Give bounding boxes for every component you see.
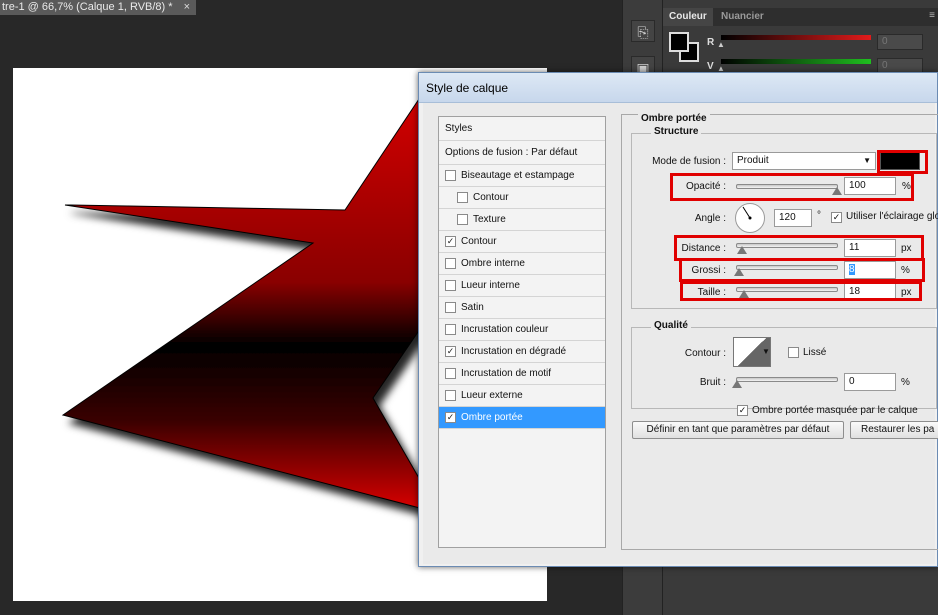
layer-style-dialog: Style de calque Styles Options de fusion… (418, 72, 938, 567)
channel-value-r[interactable]: 0 (877, 34, 923, 50)
style-item-label: Incrustation en dégradé (461, 346, 567, 357)
style-item[interactable]: Incrustation couleur (439, 319, 605, 341)
reset-default-button[interactable]: Restaurer les pa (850, 421, 938, 439)
style-item-label: Contour (461, 236, 497, 247)
style-item-label: Lueur externe (461, 390, 523, 401)
antialias-label: Lissé (803, 347, 827, 358)
channel-label-v: V (707, 61, 714, 72)
style-checkbox[interactable] (445, 280, 456, 291)
section-title: Ombre portée (638, 113, 710, 124)
styles-header[interactable]: Styles (439, 117, 605, 141)
dialog-titlebar[interactable]: Style de calque (419, 73, 937, 103)
styles-list: Styles Options de fusion : Par défaut Bi… (438, 116, 606, 548)
style-item[interactable]: Incrustation de motif (439, 363, 605, 385)
noise-input[interactable]: 0 (844, 373, 896, 391)
noise-unit: % (901, 377, 910, 388)
style-item[interactable]: Satin (439, 297, 605, 319)
highlight-box (679, 258, 925, 282)
style-item-label: Incrustation de motif (461, 368, 552, 379)
contour-label: Contour : (684, 348, 726, 359)
quality-title: Qualité (651, 320, 691, 331)
style-item-label: Lueur interne (461, 280, 520, 291)
angle-unit: ° (817, 210, 821, 221)
close-icon[interactable]: × (184, 0, 190, 15)
style-item-label: Incrustation couleur (461, 324, 549, 335)
style-checkbox[interactable] (457, 192, 468, 203)
angle-needle-icon (742, 206, 752, 220)
highlight-box (680, 281, 922, 301)
slider-thumb-icon[interactable] (732, 380, 742, 388)
style-item-label: Ombre interne (461, 258, 525, 269)
highlight-box (670, 173, 914, 201)
tab-couleur[interactable]: Couleur (663, 8, 713, 26)
channel-slider-r[interactable] (721, 35, 871, 40)
style-item[interactable]: Ombre interne (439, 253, 605, 275)
tab-nuancier[interactable]: Nuancier (715, 8, 770, 26)
angle-dial[interactable] (735, 203, 765, 233)
color-panel-tabs: Couleur Nuancier ≡ (663, 8, 938, 26)
knockout-label: Ombre portée masquée par le calque (752, 405, 918, 416)
style-item[interactable]: Biseautage et estampage (439, 165, 605, 187)
style-item[interactable]: Texture (439, 209, 605, 231)
style-item-label: Satin (461, 302, 484, 313)
chevron-down-icon[interactable]: ▼ (762, 347, 770, 356)
style-checkbox[interactable] (457, 214, 468, 225)
blending-options-item[interactable]: Options de fusion : Par défaut (439, 141, 605, 165)
blend-mode-select[interactable]: Produit ▼ (732, 152, 876, 170)
angle-input[interactable]: 120 (774, 209, 812, 227)
antialias-checkbox[interactable] (788, 347, 799, 358)
style-checkbox[interactable] (445, 170, 456, 181)
style-item[interactable]: Lueur interne (439, 275, 605, 297)
style-item[interactable]: Contour (439, 187, 605, 209)
quality-group (631, 327, 937, 409)
style-item[interactable]: ✓ Incrustation en dégradé (439, 341, 605, 363)
style-item-label: Biseautage et estampage (461, 170, 575, 181)
channel-label-r: R (707, 37, 715, 48)
style-checkbox[interactable] (445, 302, 456, 313)
global-light-label: Utiliser l'éclairage glob (846, 211, 938, 222)
style-checkbox[interactable] (445, 258, 456, 269)
dialog-title: Style de calque (426, 81, 509, 95)
style-checkbox[interactable]: ✓ (445, 412, 456, 423)
style-checkbox[interactable]: ✓ (445, 346, 456, 357)
slider-thumb-icon[interactable]: ▲ (717, 40, 725, 49)
highlight-box (877, 150, 928, 174)
blend-mode-value: Produit (737, 155, 769, 166)
blend-mode-label: Mode de fusion : (652, 156, 726, 167)
style-item[interactable]: ✓ Ombre portée (439, 407, 605, 429)
angle-label: Angle : (694, 213, 726, 224)
noise-label: Bruit : (699, 377, 726, 388)
style-checkbox[interactable] (445, 324, 456, 335)
noise-slider[interactable] (732, 377, 838, 388)
channel-slider-v[interactable] (721, 59, 871, 64)
history-icon[interactable]: ⎘ (631, 20, 655, 42)
make-default-button[interactable]: Définir en tant que paramètres par défau… (632, 421, 844, 439)
knockout-checkbox[interactable]: ✓ (737, 405, 748, 416)
style-item-label: Texture (473, 214, 506, 225)
foreground-color-swatch[interactable] (669, 32, 689, 52)
panel-menu-icon[interactable]: ≡ (929, 10, 935, 21)
document-tab-title: tre-1 @ 66,7% (Calque 1, RVB/8) * (2, 1, 173, 13)
global-light-checkbox[interactable]: ✓ (831, 212, 842, 223)
zigzag-shape (61, 91, 441, 514)
document-tab[interactable]: tre-1 @ 66,7% (Calque 1, RVB/8) * × (0, 0, 196, 15)
style-item-label: Ombre portée (461, 412, 523, 423)
style-checkbox[interactable] (445, 390, 456, 401)
structure-title: Structure (651, 126, 702, 137)
style-checkbox[interactable] (445, 368, 456, 379)
drop-shadow-settings: Ombre portée Structure Mode de fusion : … (621, 113, 938, 550)
style-item-label: Contour (473, 192, 509, 203)
style-item[interactable]: Lueur externe (439, 385, 605, 407)
chevron-down-icon: ▼ (863, 156, 871, 165)
style-checkbox[interactable]: ✓ (445, 236, 456, 247)
style-item[interactable]: ✓ Contour (439, 231, 605, 253)
